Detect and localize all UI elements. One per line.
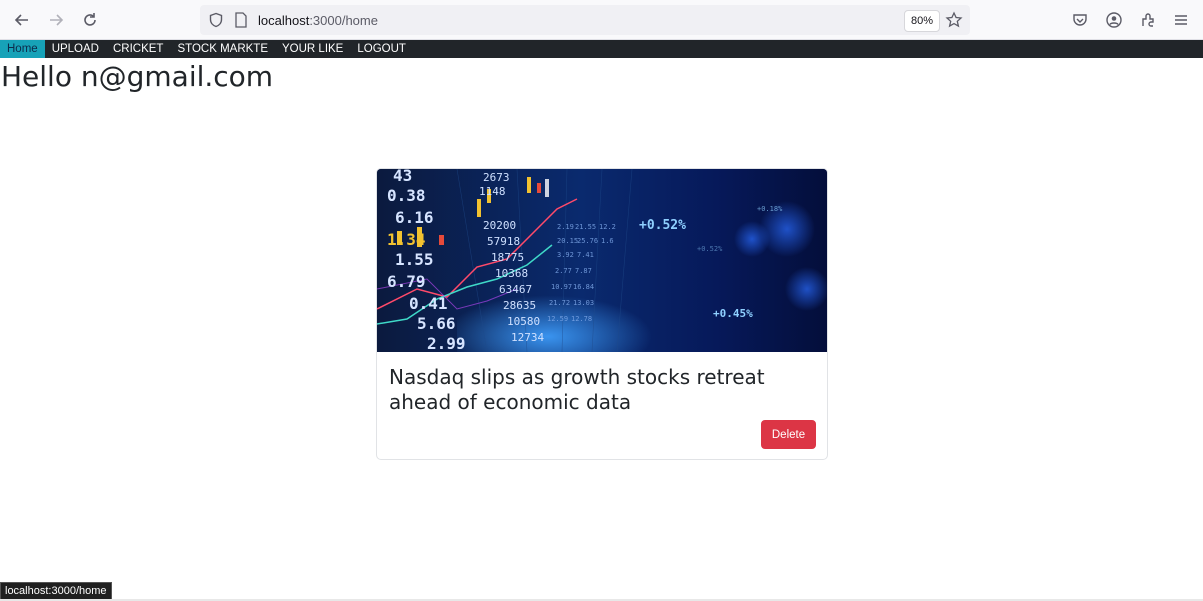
ticker-value: 1.55 [395, 250, 434, 269]
app-navbar: Home UPLOAD CRICKET STOCK MARKTE YOUR LI… [0, 40, 1203, 58]
svg-text:2.77: 2.77 [555, 267, 572, 275]
svg-text:21.72: 21.72 [549, 299, 570, 307]
card-title: Nasdaq slips as growth stocks retreat ah… [389, 365, 765, 414]
ticker-value: 6.16 [395, 208, 434, 227]
news-card: 43 0.38 6.16 1.34 1.55 6.79 0.41 5.66 2.… [376, 168, 828, 460]
svg-text:21.55: 21.55 [575, 223, 596, 231]
url-host: localhost [258, 13, 310, 28]
ticker-value: +0.45% [713, 307, 753, 320]
stock-market-image: 43 0.38 6.16 1.34 1.55 6.79 0.41 5.66 2.… [377, 169, 827, 352]
browser-toolbar: localhost:3000/home 80% [0, 0, 1203, 40]
ticker-value: 1148 [479, 185, 506, 198]
ticker-value: 63467 [499, 283, 532, 296]
ticker-value: 12734 [511, 331, 544, 344]
svg-text:7.41: 7.41 [577, 251, 594, 259]
svg-text:25.76: 25.76 [577, 237, 598, 245]
account-icon[interactable] [1103, 9, 1125, 31]
ticker-value: 20200 [483, 219, 516, 232]
arrow-right-icon[interactable] [45, 9, 67, 31]
greeting-heading: Hello n@gmail.com [1, 60, 274, 93]
svg-text:16.84: 16.84 [573, 283, 594, 291]
ticker-value: 0.38 [387, 186, 426, 205]
svg-text:12.2: 12.2 [599, 223, 616, 231]
svg-text:3.92: 3.92 [557, 251, 574, 259]
nav-item-upload[interactable]: UPLOAD [45, 40, 106, 58]
svg-text:2.19: 2.19 [557, 223, 574, 231]
extensions-icon[interactable] [1137, 9, 1159, 31]
svg-text:+0.18%: +0.18% [757, 205, 783, 213]
ticker-value: 10580 [507, 315, 540, 328]
ticker-value: 2673 [483, 171, 510, 184]
shield-icon[interactable] [205, 9, 227, 31]
ticker-value: 5.66 [417, 314, 456, 333]
url-text[interactable]: localhost:3000/home [258, 13, 378, 28]
ticker-value: 57918 [487, 235, 520, 248]
url-path: :3000/home [309, 13, 378, 28]
svg-text:1.6: 1.6 [601, 237, 614, 245]
address-bar[interactable]: localhost:3000/home 80% [200, 5, 970, 35]
zoom-level-badge[interactable]: 80% [904, 10, 941, 32]
ticker-value: 1.34 [387, 230, 426, 249]
pocket-icon[interactable] [1069, 9, 1091, 31]
ticker-value: 43 [393, 169, 412, 185]
nav-item-your-like[interactable]: YOUR LIKE [275, 40, 350, 58]
nav-item-logout[interactable]: LOGOUT [350, 40, 413, 58]
ticker-value: 2.99 [427, 334, 466, 352]
svg-text:12.59: 12.59 [547, 315, 568, 323]
hamburger-menu-icon[interactable] [1170, 9, 1192, 31]
svg-text:13.03: 13.03 [573, 299, 594, 307]
nav-item-home[interactable]: Home [0, 40, 45, 58]
svg-text:7.87: 7.87 [575, 267, 592, 275]
ticker-value: 10368 [495, 267, 528, 280]
svg-text:20.15: 20.15 [557, 237, 578, 245]
delete-button[interactable]: Delete [761, 420, 816, 449]
svg-text:+0.52%: +0.52% [697, 245, 723, 253]
ticker-value: 6.79 [387, 272, 426, 291]
star-icon[interactable] [943, 9, 965, 31]
svg-text:12.78: 12.78 [571, 315, 592, 323]
nav-item-stock-market[interactable]: STOCK MARKTE [170, 40, 275, 58]
page-icon [230, 9, 252, 31]
ticker-value: +0.52% [639, 218, 686, 233]
ticker-value: 28635 [503, 299, 536, 312]
ticker-value: 0.41 [409, 294, 448, 313]
svg-text:10.97: 10.97 [551, 283, 572, 291]
arrow-left-icon[interactable] [11, 9, 33, 31]
nav-item-cricket[interactable]: CRICKET [106, 40, 170, 58]
ticker-value: 18775 [491, 251, 524, 264]
reload-icon[interactable] [79, 9, 101, 31]
